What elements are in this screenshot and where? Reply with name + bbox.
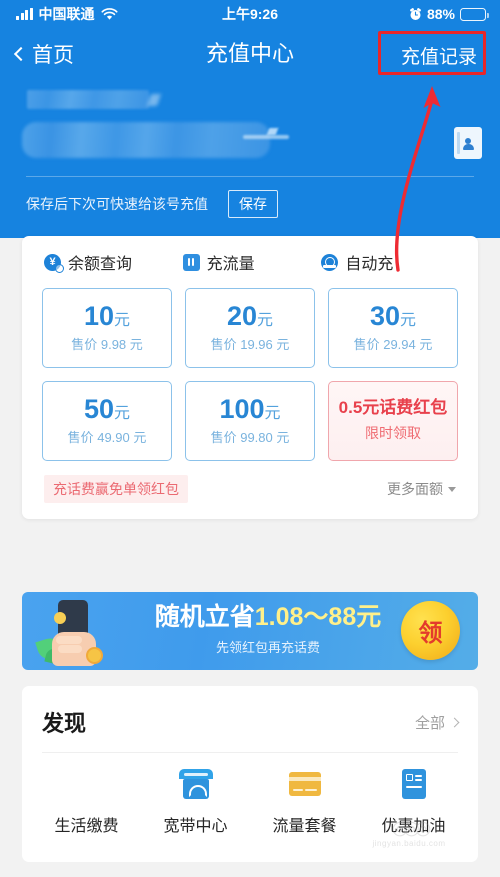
discover-item-label: 流量套餐 (272, 818, 337, 835)
field-divider (26, 176, 474, 177)
banner-subtitle: 先领红包再充话费 (215, 639, 320, 655)
id-document-icon (397, 767, 431, 801)
save-row: 保存后下次可快速给该号充值 保存 (26, 190, 278, 218)
auto-recharge-icon (321, 253, 339, 271)
status-bar: 中国联通 上午9:26 88% (0, 0, 500, 28)
water-drop-bolt-icon (70, 767, 104, 801)
red-packet-option[interactable]: 0.5元话费红包 限时领取 (328, 381, 458, 461)
banner-text-block: 随机立省1.08～88元 先领红包再充话费 (126, 603, 410, 656)
denomination-price: 售价 9.98 元 (71, 337, 143, 352)
nav-bar: 首页 充值中心 充值记录 (0, 28, 500, 80)
tab-auto-recharge[interactable]: 自动充 (321, 250, 460, 274)
denomination-price: 售价 49.90 元 (67, 430, 147, 445)
discover-item-label: 生活缴费 (54, 818, 119, 835)
discover-item-label: 优惠加油 (381, 818, 446, 835)
denomination-option[interactable]: 10元 售价 9.98 元 (42, 288, 172, 368)
tab-data-flow-label: 充流量 (206, 256, 255, 273)
battery-percent-label: 88% (426, 6, 455, 22)
discover-view-all-label: 全部 (414, 714, 445, 732)
red-packet-title: 0.5元话费红包 (338, 398, 448, 417)
data-flow-icon (182, 253, 200, 271)
denomination-price: 售价 29.94 元 (353, 337, 433, 352)
recharge-records-button[interactable]: 充值记录 (392, 37, 486, 74)
watermark-text: jingyan.baidu.com (372, 838, 446, 848)
claim-coin-button[interactable]: 领 (401, 601, 460, 660)
tab-balance-query[interactable]: ¥ 余额查询 (44, 250, 183, 274)
denomination-amount: 50元 (83, 394, 131, 424)
denomination-amount: 30元 (369, 301, 417, 331)
account-fields: 保存后下次可快速给该号充值 保存 (0, 80, 500, 238)
balance-query-icon: ¥ (44, 253, 64, 273)
discover-item-data-plan[interactable]: 流量套餐 (250, 767, 359, 836)
recharge-card: ¥ 余额查询 充流量 自动充 10元 售价 9.98 元 20元 售价 19.9… (22, 236, 478, 519)
denomination-option[interactable]: 100元 售价 99.80 元 (185, 381, 315, 461)
storefront-wifi-icon (178, 767, 213, 801)
denomination-price: 售价 19.96 元 (210, 337, 290, 352)
service-tabs: ¥ 余额查询 充流量 自动充 (22, 250, 478, 274)
phone-screen: 中国联通 上午9:26 88% 首页 充值中心 充值记录 保存后下次可快速给该号… (0, 0, 500, 877)
chevron-right-icon (449, 717, 460, 727)
denomination-price: 售价 99.80 元 (210, 430, 290, 445)
caret-down-icon (448, 486, 456, 492)
denomination-amount: 20元 (226, 301, 274, 331)
promo-tag[interactable]: 充话费赢免单领红包 (44, 475, 188, 503)
discover-item-broadband[interactable]: 宽带中心 (141, 767, 250, 836)
promo-banner[interactable]: 随机立省1.08～88元 先领红包再充话费 领 (22, 592, 478, 670)
battery-icon (460, 7, 489, 21)
denomination-amount: 10元 (83, 301, 131, 331)
discover-section: 发现 全部 生活缴费 宽带中心 流量套餐 优惠加油 ◎◎◎ jingyan.ba… (22, 686, 478, 862)
header-region: 中国联通 上午9:26 88% 首页 充值中心 充值记录 保存后下次可快速给该号… (0, 0, 500, 238)
redacted-contact-name (27, 90, 149, 109)
redaction-artifact-dash (243, 135, 289, 139)
denomination-option[interactable]: 30元 售价 29.94 元 (328, 288, 458, 368)
alarm-clock-icon (410, 7, 421, 20)
finger-shape (58, 645, 82, 653)
more-denominations-button[interactable]: 更多面额 (387, 479, 456, 499)
status-bar-right: 88% (409, 6, 489, 22)
finger-shape (56, 636, 82, 644)
red-packet-subtitle: 限时领取 (365, 425, 421, 441)
discover-item-life-payment[interactable]: 生活缴费 (32, 767, 141, 836)
redacted-phone-number[interactable] (22, 122, 270, 158)
discover-item-fuel-discount[interactable]: 优惠加油 (359, 767, 468, 836)
denomination-amount: 100元 (219, 394, 281, 424)
tab-data-flow[interactable]: 充流量 (182, 250, 322, 274)
save-hint-label: 保存后下次可快速给该号充值 (26, 196, 208, 212)
discover-header: 发现 全部 (22, 686, 478, 738)
contact-person-glyph (462, 137, 474, 150)
redaction-artifact-tick (266, 128, 279, 135)
contact-book-icon[interactable] (454, 127, 482, 159)
banner-headline-highlight: 1.08～88元 (254, 603, 382, 631)
discover-view-all-button[interactable]: 全部 (414, 712, 460, 733)
denomination-option[interactable]: 20元 售价 19.96 元 (185, 288, 315, 368)
denomination-option[interactable]: 50元 售价 49.90 元 (42, 381, 172, 461)
banner-headline: 随机立省1.08～88元 (126, 603, 410, 632)
discover-item-label: 宽带中心 (163, 818, 228, 835)
hand-holding-phone-icon (35, 598, 116, 667)
save-button[interactable]: 保存 (228, 190, 278, 218)
more-denominations-label: 更多面额 (387, 481, 443, 497)
discover-title: 发现 (42, 711, 87, 736)
recharge-card-footer: 充话费赢免单领红包 更多面额 (22, 461, 478, 519)
tab-auto-recharge-label: 自动充 (345, 256, 394, 273)
banner-headline-prefix: 随机立省 (154, 603, 255, 631)
denomination-grid: 10元 售价 9.98 元 20元 售价 19.96 元 30元 售价 29.9… (22, 288, 478, 461)
contact-book-spine (457, 132, 460, 154)
credit-card-icon (288, 767, 322, 801)
tab-balance-query-label: 余额查询 (68, 256, 133, 273)
coin-shape (86, 647, 103, 664)
discover-grid: 生活缴费 宽带中心 流量套餐 优惠加油 (22, 753, 478, 836)
